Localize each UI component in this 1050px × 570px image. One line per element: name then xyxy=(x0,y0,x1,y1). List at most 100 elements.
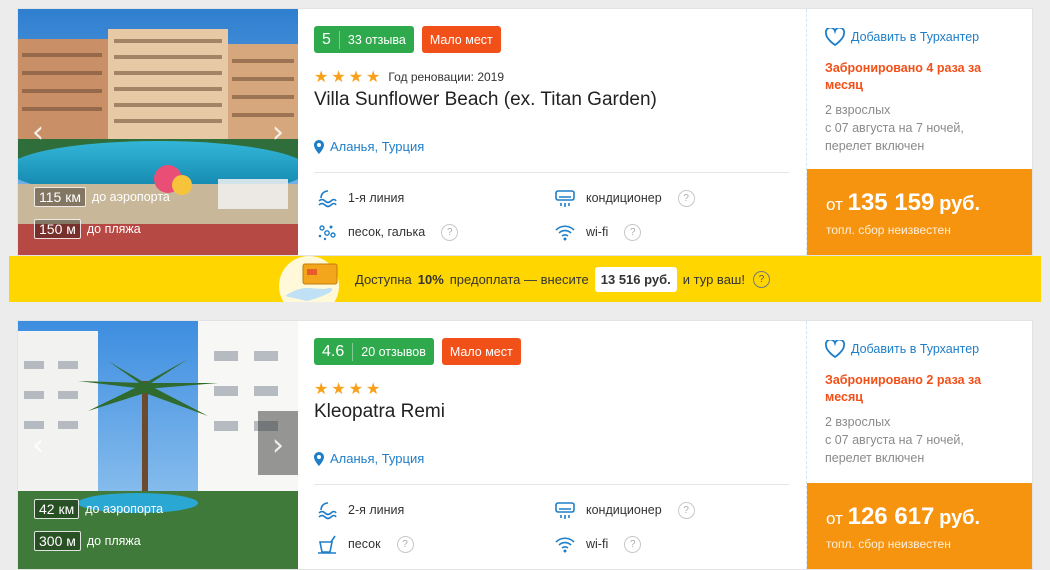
photo-next-arrow[interactable]: › xyxy=(258,415,298,475)
tour-details: 2 взрослых с 07 августа на 7 ночей, пере… xyxy=(825,101,964,155)
feature-label: 2-я линия xyxy=(348,503,405,517)
sand-icon xyxy=(318,225,336,241)
price-currency: руб. xyxy=(939,193,981,215)
feature-label: wi-fi xyxy=(586,537,609,551)
hotel-card: ‹ › 115 км до аэропорта 150 м до пляжа 5… xyxy=(17,8,1033,256)
prepayment-text: Доступна 10% предоплата — внесите 13 516… xyxy=(355,256,770,302)
wifi-icon xyxy=(555,225,575,241)
feature-label: песок, галька xyxy=(348,225,426,239)
location-pin-icon xyxy=(314,451,324,466)
wifi-icon xyxy=(555,537,575,553)
price-button[interactable]: от 126 617 руб. топл. сбор неизвестен xyxy=(807,483,1032,569)
help-icon[interactable]: ? xyxy=(441,223,459,241)
location-text: Аланья, Турция xyxy=(330,451,425,466)
waves-icon xyxy=(318,502,337,520)
hotel-name[interactable]: Kleopatra Remi xyxy=(314,401,445,423)
feature-beach-line: 2-я линия xyxy=(316,499,404,521)
feature-label: wi-fi xyxy=(586,225,609,239)
airport-distance-value: 115 км xyxy=(34,187,86,207)
beach-distance: 150 м до пляжа xyxy=(34,219,141,239)
feature-beach-line: 1-я линия xyxy=(316,187,404,209)
dates-text: с 07 августа на 7 ночей, xyxy=(825,121,964,135)
hotel-name[interactable]: Villa Sunflower Beach (ex. Titan Garden) xyxy=(314,89,657,111)
guests-text: 2 взрослых xyxy=(825,103,891,117)
sand-bucket-icon xyxy=(318,535,336,554)
price-value: 135 159 xyxy=(847,189,935,216)
hotel-stars: ★ ★ ★ ★ xyxy=(314,379,383,398)
prepay-pre: Доступна xyxy=(355,271,412,287)
feature-label: кондиционер xyxy=(586,191,662,205)
hotel-photo[interactable]: ‹ › 115 км до аэропорта 150 м до пляжа xyxy=(18,9,298,255)
price-button[interactable]: от 135 159 руб. топл. сбор неизвестен xyxy=(807,169,1032,255)
rating-badge[interactable]: 5 33 отзыва xyxy=(314,26,414,53)
hotel-badges: 5 33 отзыва Мало мест xyxy=(314,26,501,53)
few-places-badge: Мало мест xyxy=(441,338,521,365)
offer-panel: Добавить в Турхантер Забронировано 2 раз… xyxy=(806,321,1032,569)
heart-icon xyxy=(825,28,845,46)
heart-icon xyxy=(825,340,845,358)
hotel-badges: 4.6 20 отзывов Мало мест xyxy=(314,338,521,365)
prepayment-banner: Доступна 10% предоплата — внесите 13 516… xyxy=(9,256,1041,302)
beach-distance-label: до пляжа xyxy=(86,534,141,548)
add-to-favorites-button[interactable]: Добавить в Турхантер xyxy=(825,28,979,46)
price-amount: от 126 617 руб. xyxy=(826,503,1032,531)
rating-score: 5 xyxy=(314,30,340,49)
photo-next-arrow[interactable]: › xyxy=(258,102,298,162)
booked-count: Забронировано 2 раза за месяц xyxy=(825,373,982,404)
feature-label: песок xyxy=(348,537,381,551)
hand-card-icon xyxy=(279,256,339,302)
feature-ac: кондиционер ? xyxy=(554,499,695,521)
price-amount: от 135 159 руб. xyxy=(826,189,1032,217)
photo-prev-arrow[interactable]: ‹ xyxy=(18,415,58,475)
beach-distance: 300 м до пляжа xyxy=(34,531,141,551)
help-icon[interactable]: ? xyxy=(624,223,642,241)
beach-distance-value: 300 м xyxy=(34,531,81,551)
reviews-count: 20 отзывов xyxy=(361,344,426,359)
add-to-favorites-label: Добавить в Турхантер xyxy=(851,342,980,356)
hotel-location[interactable]: Аланья, Турция xyxy=(314,139,424,154)
hotel-info: 5 33 отзыва Мало мест ★ ★ ★ ★ Год ренова… xyxy=(314,9,806,255)
offer-panel: Добавить в Турхантер Забронировано 4 раз… xyxy=(806,9,1032,255)
few-places-badge: Мало мест xyxy=(421,26,501,53)
help-icon[interactable]: ? xyxy=(677,501,695,519)
price-from: от xyxy=(826,195,843,214)
tour-details: 2 взрослых с 07 августа на 7 ночей, пере… xyxy=(825,413,964,467)
location-pin-icon xyxy=(314,139,324,154)
add-to-favorites-label: Добавить в Турхантер xyxy=(851,30,980,44)
feature-label: кондиционер xyxy=(586,503,662,517)
feature-beach-type: песок, галька ? xyxy=(316,221,459,243)
add-to-favorites-button[interactable]: Добавить в Турхантер xyxy=(825,340,979,358)
help-icon[interactable]: ? xyxy=(396,535,414,553)
renovation-year: Год реновации: 2019 xyxy=(388,69,505,84)
prepay-post: и тур ваш! xyxy=(682,271,745,287)
air-conditioner-icon xyxy=(555,190,575,207)
airport-distance-label: до аэропорта xyxy=(85,502,164,516)
reviews-count: 33 отзыва xyxy=(347,32,406,47)
fuel-fee-note: топл. сбор неизвестен xyxy=(826,223,951,237)
prepay-percent: 10% xyxy=(417,271,444,287)
beach-distance-value: 150 м xyxy=(34,219,81,239)
star-icon: ★ xyxy=(366,67,381,86)
star-icon: ★ xyxy=(366,379,381,398)
hotel-photo[interactable]: ‹ › 42 км до аэропорта 300 м до пляжа xyxy=(18,321,298,569)
rating-badge[interactable]: 4.6 20 отзывов xyxy=(314,338,434,365)
hotel-location[interactable]: Аланья, Турция xyxy=(314,451,424,466)
price-currency: руб. xyxy=(939,507,981,529)
feature-beach-type: песок ? xyxy=(316,533,414,555)
star-icon: ★ xyxy=(331,379,346,398)
star-icon: ★ xyxy=(348,379,364,398)
help-icon[interactable]: ? xyxy=(677,189,695,207)
photo-prev-arrow[interactable]: ‹ xyxy=(18,102,58,162)
star-icon: ★ xyxy=(348,67,364,86)
help-icon[interactable]: ? xyxy=(624,535,642,553)
prepay-amount: 13 516 руб. xyxy=(594,266,677,292)
help-icon[interactable]: ? xyxy=(752,270,770,288)
divider xyxy=(314,172,789,173)
hotel-info: 4.6 20 отзывов Мало мест ★ ★ ★ ★ Kleopat… xyxy=(314,321,806,569)
flight-text: перелет включен xyxy=(825,139,925,153)
star-icon: ★ xyxy=(314,67,329,86)
beach-distance-label: до пляжа xyxy=(86,222,141,236)
feature-wifi: wi-fi ? xyxy=(554,221,642,243)
star-icon: ★ xyxy=(314,379,329,398)
hotel-card: ‹ › 42 км до аэропорта 300 м до пляжа 4.… xyxy=(17,320,1033,570)
